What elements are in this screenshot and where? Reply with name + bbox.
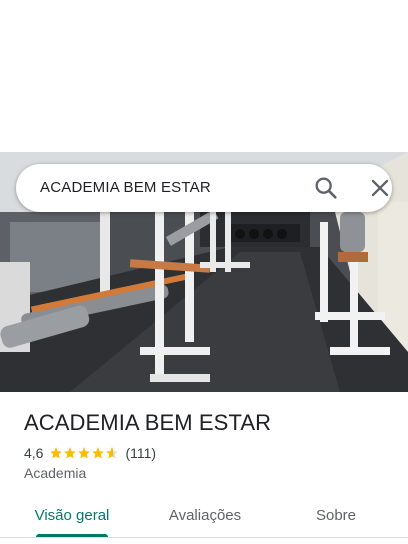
tab-about[interactable]: Sobre bbox=[286, 494, 386, 536]
star-icon bbox=[92, 447, 105, 459]
star-icon bbox=[64, 447, 77, 459]
place-category: Academia bbox=[24, 465, 87, 481]
blank-top-area bbox=[0, 0, 408, 152]
rating-stars bbox=[49, 446, 119, 460]
close-button[interactable] bbox=[366, 174, 394, 202]
star-icon bbox=[78, 447, 91, 459]
tabs-divider bbox=[0, 537, 408, 538]
search-input[interactable]: ACADEMIA BEM ESTAR bbox=[40, 179, 211, 196]
search-box[interactable]: ACADEMIA BEM ESTAR bbox=[16, 164, 392, 212]
rating-row[interactable]: 4,6 (111) bbox=[24, 444, 156, 462]
search-icon bbox=[315, 177, 337, 199]
tab-reviews[interactable]: Avaliações bbox=[150, 494, 260, 536]
rating-value: 4,6 bbox=[24, 445, 44, 461]
star-half-icon bbox=[106, 447, 119, 459]
close-icon bbox=[371, 179, 389, 197]
place-tabs: Visão geral Avaliações Sobre bbox=[0, 494, 408, 538]
tab-overview[interactable]: Visão geral bbox=[22, 494, 122, 536]
star-icon bbox=[50, 447, 63, 459]
search-button[interactable] bbox=[312, 174, 340, 202]
review-count[interactable]: (111) bbox=[125, 445, 156, 461]
place-title: ACADEMIA BEM ESTAR bbox=[24, 410, 272, 435]
